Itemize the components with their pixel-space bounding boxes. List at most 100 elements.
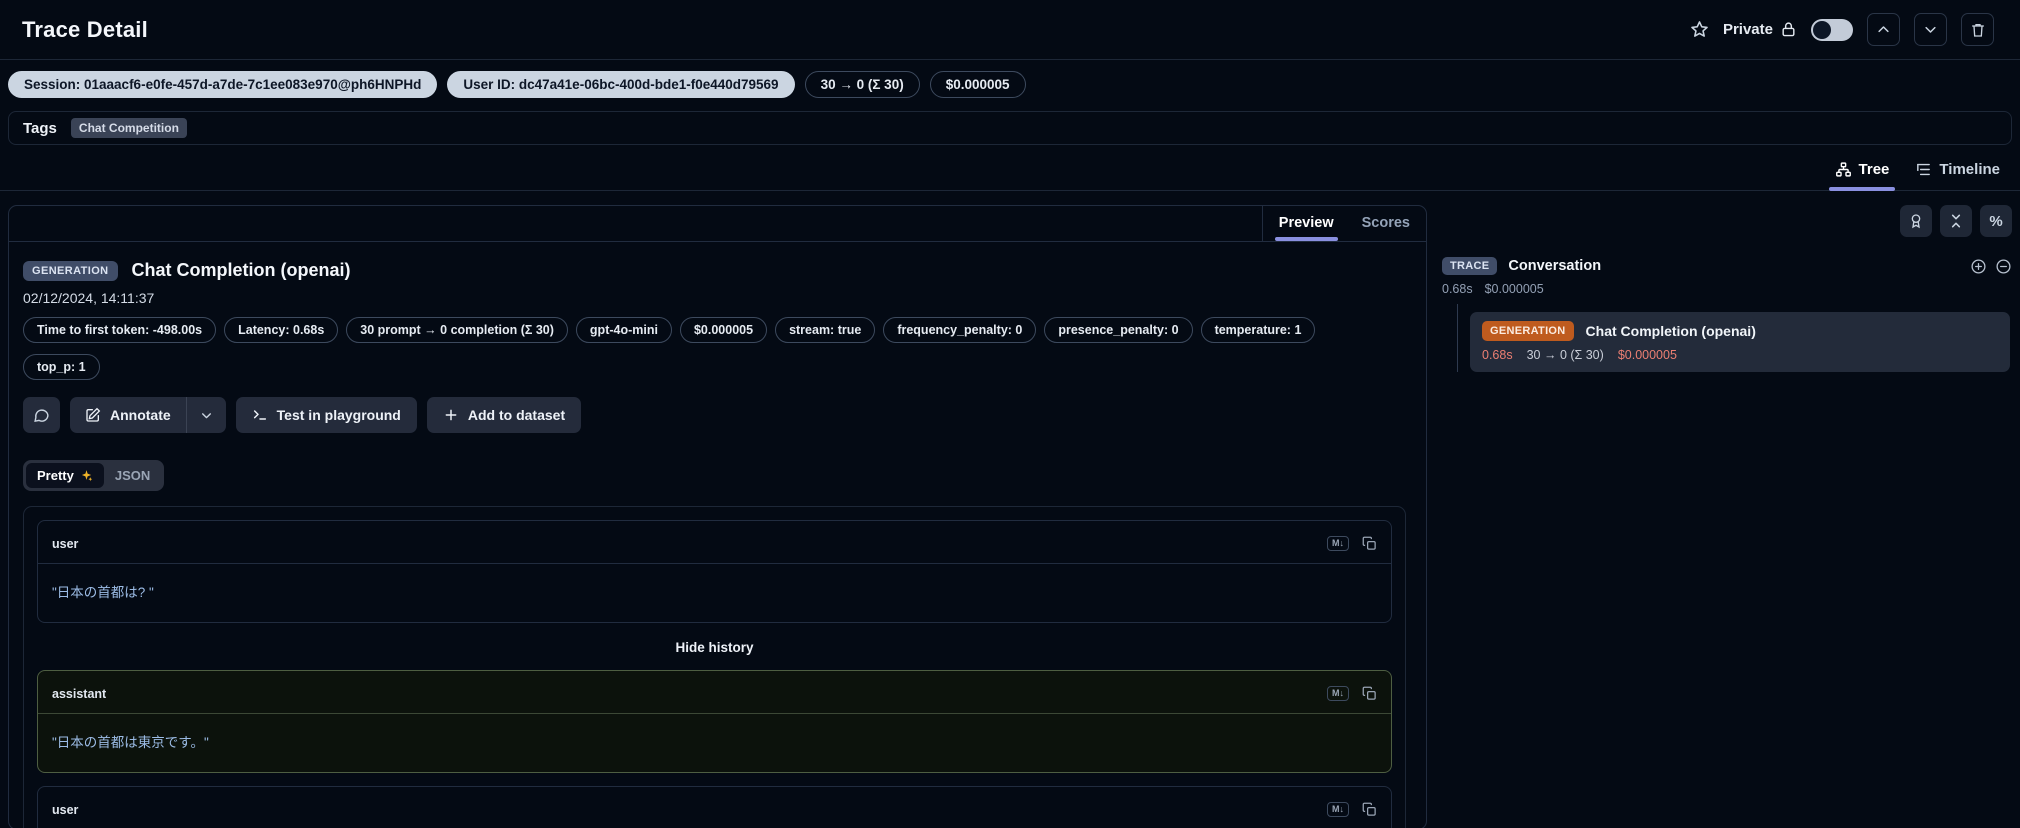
plus-icon bbox=[445, 409, 457, 421]
generation-node-metrics: 0.68s 30 → 0 (Σ 30) $0.000005 bbox=[1482, 348, 1998, 362]
format-pretty-tab[interactable]: Pretty bbox=[26, 463, 104, 488]
metric-model[interactable]: gpt-4o-mini bbox=[575, 317, 672, 343]
format-toggle: Pretty JSON bbox=[23, 460, 165, 491]
message-user-2: user M↓ "ありがとう" bbox=[37, 786, 1392, 828]
metric-temperature: temperature: 1 bbox=[1200, 317, 1316, 343]
scores-toggle-button[interactable] bbox=[1900, 205, 1932, 237]
user-id-badge[interactable]: User ID: dc47a41e-06bc-400d-bde1-f0e440d… bbox=[447, 71, 795, 98]
observation-preview-panel: Preview Scores GENERATION Chat Completio… bbox=[8, 205, 1427, 828]
trace-title: Conversation bbox=[1508, 258, 1602, 274]
timeline-list-icon bbox=[1915, 161, 1932, 178]
trace-tree-sidebar: % TRACE Conversation 0.68s $0.000005 GEN… bbox=[1440, 205, 2012, 372]
collapse-all-button[interactable] bbox=[1940, 205, 1972, 237]
copy-icon[interactable] bbox=[1362, 686, 1377, 701]
metric-latency: Latency: 0.68s bbox=[224, 317, 339, 343]
annotate-split-button: Annotate bbox=[70, 397, 226, 433]
annotate-button[interactable]: Annotate bbox=[70, 397, 186, 433]
message-role: user bbox=[52, 802, 79, 817]
award-icon bbox=[1911, 214, 1921, 229]
panel-tabbar: Preview Scores bbox=[9, 206, 1426, 242]
zoom-out-circle-icon[interactable] bbox=[1995, 258, 2012, 275]
page-title: Trace Detail bbox=[22, 16, 148, 42]
token-usage-badge: 30 → 0 (Σ 30) bbox=[804, 71, 920, 98]
page-header: Trace Detail Private bbox=[0, 0, 2020, 59]
generation-node-badge: GENERATION bbox=[1482, 321, 1574, 341]
privacy-label: Private bbox=[1722, 21, 1773, 38]
message-role: user bbox=[52, 536, 79, 551]
format-json-tab[interactable]: JSON bbox=[104, 463, 161, 488]
copy-icon[interactable] bbox=[1362, 536, 1377, 551]
metric-frequency-penalty: frequency_penalty: 0 bbox=[883, 317, 1037, 343]
session-badge[interactable]: Session: 01aaacf6-e0fe-457d-a7de-7c1ee08… bbox=[8, 71, 438, 98]
metrics-percent-button[interactable]: % bbox=[1980, 205, 2012, 237]
tags-container[interactable]: Tags Chat Competition bbox=[8, 111, 2012, 145]
trace-cost: $0.000005 bbox=[1484, 282, 1544, 296]
markdown-toggle-icon[interactable]: M↓ bbox=[1327, 686, 1349, 701]
comment-bubble-icon bbox=[34, 408, 49, 422]
main-content: Preview Scores GENERATION Chat Completio… bbox=[0, 191, 2020, 828]
percent-icon: % bbox=[1989, 212, 2003, 230]
action-buttons-row: Annotate Test in playground Add to datas… bbox=[23, 397, 1412, 433]
generation-node[interactable]: GENERATION Chat Completion (openai) 0.68… bbox=[1470, 312, 2010, 372]
annotate-label: Annotate bbox=[110, 407, 171, 423]
message-content: "日本の首都は東京です。" bbox=[52, 735, 209, 750]
tab-preview[interactable]: Preview bbox=[1267, 206, 1346, 241]
delete-trace-button[interactable] bbox=[1961, 13, 1994, 46]
tree-toolbar: % bbox=[1442, 205, 2012, 237]
message-assistant-1: assistant M↓ "日本の首都は東京です。" bbox=[37, 670, 1392, 773]
metric-presence-penalty: presence_penalty: 0 bbox=[1044, 317, 1193, 343]
tag-chat-competition[interactable]: Chat Competition bbox=[70, 118, 187, 138]
prev-trace-button[interactable] bbox=[1867, 13, 1900, 46]
markdown-toggle-icon[interactable]: M↓ bbox=[1327, 802, 1349, 817]
chevron-up-icon bbox=[1878, 26, 1889, 33]
trace-type-badge: TRACE bbox=[1442, 257, 1498, 275]
tab-tree[interactable]: Tree bbox=[1825, 159, 1900, 191]
tags-label: Tags bbox=[23, 119, 57, 137]
metric-cost: $0.000005 bbox=[679, 317, 768, 343]
toggle-knob bbox=[1813, 20, 1831, 39]
node-cost: $0.000005 bbox=[1617, 348, 1677, 362]
message-user-1: user M↓ "日本の首都は? " bbox=[37, 520, 1392, 623]
copy-icon[interactable] bbox=[1362, 802, 1377, 817]
annotate-dropdown-button[interactable] bbox=[187, 397, 226, 433]
message-content: "日本の首都は? " bbox=[52, 585, 154, 600]
trace-metrics: 0.68s $0.000005 bbox=[1442, 282, 2012, 296]
total-cost-badge: $0.000005 bbox=[929, 71, 1026, 98]
trace-latency: 0.68s bbox=[1442, 282, 1473, 296]
lock-icon bbox=[1780, 21, 1797, 38]
trace-root-row[interactable]: TRACE Conversation bbox=[1442, 257, 2012, 275]
hide-history-button[interactable]: Hide history bbox=[37, 636, 1392, 670]
bookmark-star-icon[interactable] bbox=[1690, 20, 1709, 39]
test-in-playground-button[interactable]: Test in playground bbox=[235, 397, 417, 433]
metric-time-to-first-token: Time to first token: -498.00s bbox=[23, 317, 217, 343]
add-to-dataset-label: Add to dataset bbox=[467, 407, 566, 423]
observation-title: Chat Completion (openai) bbox=[131, 260, 351, 280]
tab-timeline-label: Timeline bbox=[1939, 161, 2000, 178]
tree-icon bbox=[1835, 161, 1852, 178]
node-tokens: 30 → 0 (Σ 30) bbox=[1526, 348, 1604, 362]
generation-node-title: Chat Completion (openai) bbox=[1585, 323, 1756, 339]
observation-timestamp: 02/12/2024, 14:11:37 bbox=[23, 290, 155, 306]
test-in-playground-label: Test in playground bbox=[276, 407, 401, 423]
metric-badges-row-2: top_p: 1 bbox=[23, 354, 1412, 380]
privacy-control[interactable]: Private bbox=[1723, 21, 1797, 38]
metric-stream: stream: true bbox=[775, 317, 876, 343]
tab-scores[interactable]: Scores bbox=[1350, 206, 1422, 241]
metric-top-p: top_p: 1 bbox=[23, 354, 100, 380]
add-to-dataset-button[interactable]: Add to dataset bbox=[426, 397, 582, 433]
tab-timeline[interactable]: Timeline bbox=[1905, 159, 2010, 190]
tree-guide-line bbox=[1457, 304, 1458, 372]
node-latency: 0.68s bbox=[1482, 348, 1513, 362]
generation-type-badge: GENERATION bbox=[23, 260, 118, 281]
markdown-toggle-icon[interactable]: M↓ bbox=[1327, 536, 1349, 551]
tab-tree-label: Tree bbox=[1858, 161, 1890, 178]
metric-badges-row: Time to first token: -498.00s Latency: 0… bbox=[23, 317, 1412, 343]
comment-button[interactable] bbox=[23, 397, 60, 433]
public-toggle[interactable] bbox=[1811, 18, 1853, 41]
edit-pencil-icon bbox=[86, 407, 101, 422]
next-trace-button[interactable] bbox=[1914, 13, 1947, 46]
metric-token-usage: 30 prompt → 0 completion (Σ 30) bbox=[346, 317, 568, 343]
zoom-in-circle-icon[interactable] bbox=[1970, 258, 1987, 275]
sparkles-icon bbox=[81, 470, 93, 482]
chevron-down-icon bbox=[201, 412, 211, 418]
